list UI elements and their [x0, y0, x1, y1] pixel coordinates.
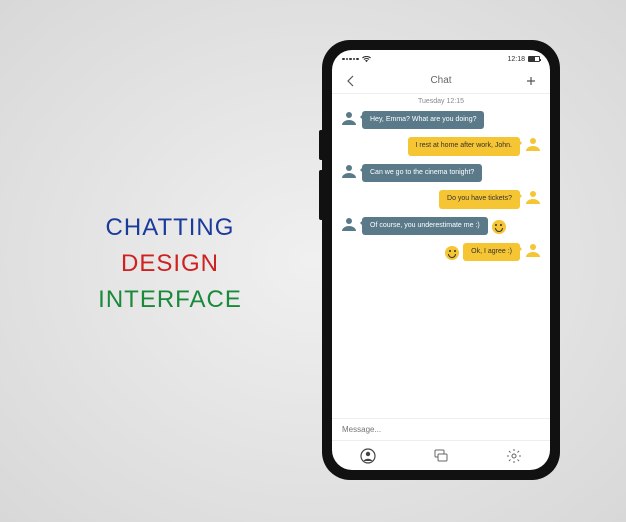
- message-bubble: I rest at home after work, John.: [408, 137, 521, 155]
- status-bar: 12:18: [332, 50, 550, 68]
- message-bubble: Do you have tickets?: [439, 190, 520, 208]
- battery-icon: [528, 56, 540, 62]
- avatar-right: [524, 190, 542, 204]
- avatar-left: [340, 164, 358, 178]
- hero-line-2: DESIGN: [55, 246, 285, 282]
- message-input-bar: [332, 418, 550, 440]
- message-row: Of course, you underestimate me :): [340, 217, 542, 235]
- nav-title: Chat: [358, 75, 524, 86]
- avatar-left: [340, 217, 358, 231]
- hero-title: CHATTING DESIGN INTERFACE: [55, 210, 285, 318]
- tab-settings[interactable]: [506, 448, 522, 464]
- nav-bar: Chat: [332, 68, 550, 94]
- avatar-left: [340, 111, 358, 125]
- message-row: Can we go to the cinema tonight?: [340, 164, 542, 182]
- tab-contacts[interactable]: [360, 448, 376, 464]
- message-bubble: Ok, I agree :): [463, 243, 520, 261]
- add-icon[interactable]: [524, 74, 538, 88]
- message-bubble: Of course, you underestimate me :): [362, 217, 488, 235]
- message-row: Do you have tickets?: [340, 190, 542, 208]
- hero-line-3: INTERFACE: [55, 282, 285, 318]
- status-time: 12:18: [507, 56, 525, 63]
- phone-screen: 12:18 Chat Tuesday 12:15 Hey, Emma? What…: [332, 50, 550, 470]
- date-label: Tuesday 12:15: [332, 94, 550, 109]
- message-bubble: Can we go to the cinema tonight?: [362, 164, 482, 182]
- back-icon[interactable]: [344, 74, 358, 88]
- message-row: Hey, Emma? What are you doing?: [340, 111, 542, 129]
- message-bubble: Hey, Emma? What are you doing?: [362, 111, 484, 129]
- avatar-right: [524, 137, 542, 151]
- bottom-tabs: [332, 440, 550, 470]
- hero-line-1: CHATTING: [55, 210, 285, 246]
- avatar-right: [524, 243, 542, 257]
- smile-emoji-icon: [445, 246, 459, 260]
- signal-icon: [342, 58, 359, 61]
- wifi-icon: [362, 56, 371, 63]
- phone-frame: 12:18 Chat Tuesday 12:15 Hey, Emma? What…: [322, 40, 560, 480]
- message-row: I rest at home after work, John.: [340, 137, 542, 155]
- smile-emoji-icon: [492, 220, 506, 234]
- message-list: Hey, Emma? What are you doing? I rest at…: [332, 109, 550, 418]
- message-input[interactable]: [342, 425, 540, 434]
- tab-chats[interactable]: [433, 448, 449, 464]
- message-row: Ok, I agree :): [340, 243, 542, 261]
